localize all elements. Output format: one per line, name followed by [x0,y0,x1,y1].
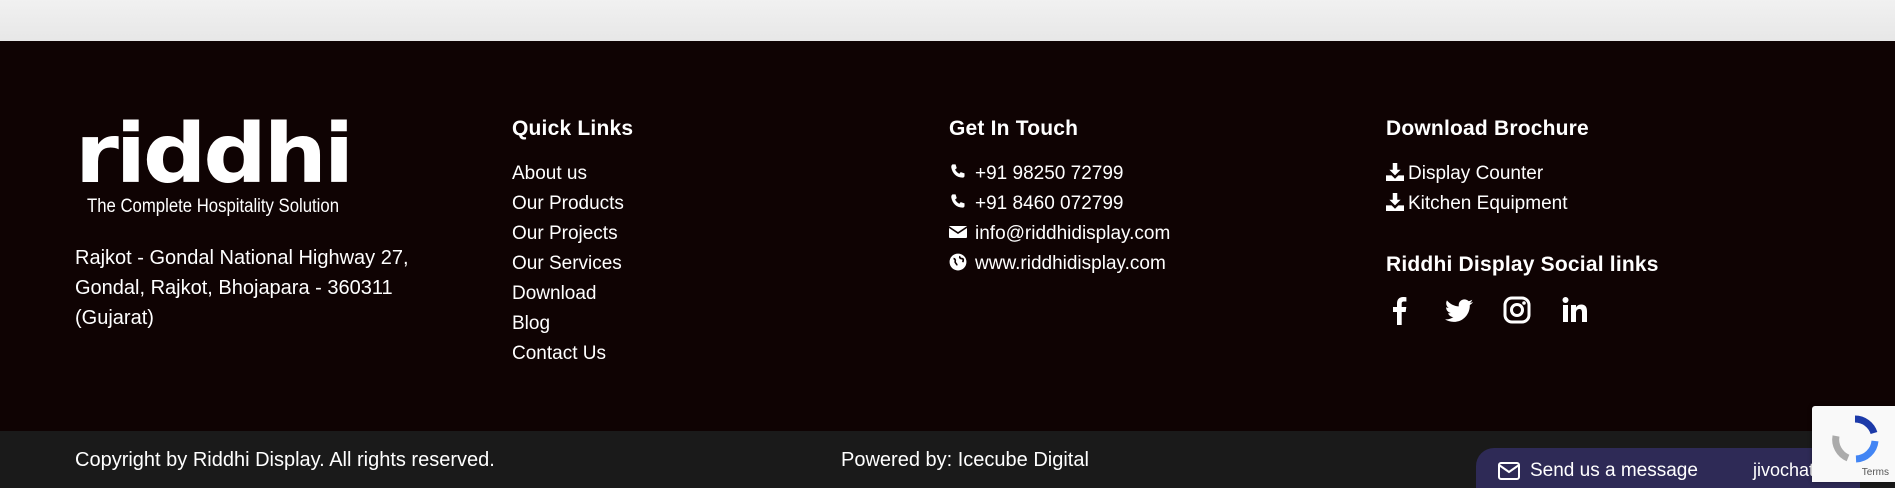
brochure-display-counter[interactable]: Display Counter [1386,159,1659,189]
facebook-icon[interactable] [1386,295,1416,325]
download-icon [1386,163,1404,181]
recaptcha-badge[interactable]: Terms [1812,406,1895,482]
brochure-display-counter-label: Display Counter [1408,163,1544,184]
get-in-touch-section: Get In Touch +91 98250 72799 +91 8460 07… [949,117,1170,279]
envelope-icon [949,226,967,238]
website-text: www.riddhidisplay.com [975,253,1166,274]
chat-widget-button[interactable]: Send us a message jivochat [1476,448,1860,488]
phone-1-text: +91 98250 72799 [975,163,1124,184]
link-our-projects[interactable]: Our Projects [512,219,633,249]
twitter-icon[interactable] [1444,295,1474,325]
logo-wordmark: riddhi [75,114,351,202]
get-in-touch-heading: Get In Touch [949,117,1079,140]
website-link[interactable]: www.riddhidisplay.com [949,249,1170,279]
quick-links-section: Quick Links About us Our Products Our Pr… [512,117,633,369]
brochure-kitchen-equipment-label: Kitchen Equipment [1408,193,1568,214]
powered-by-link[interactable]: Powered by: Icecube Digital [841,449,1089,472]
phone-2-text: +91 8460 072799 [975,193,1124,214]
recaptcha-terms-link[interactable]: Terms [1862,467,1889,478]
link-blog[interactable]: Blog [512,309,633,339]
envelope-icon [1498,462,1520,480]
logo-tagline: The Complete Hospitality Solution [87,196,339,217]
link-about-us[interactable]: About us [512,159,633,189]
link-download[interactable]: Download [512,279,633,309]
link-our-services[interactable]: Our Services [512,249,633,279]
chat-send-message-label: Send us a message [1530,460,1698,481]
globe-icon [949,253,967,271]
email-text: info@riddhidisplay.com [975,223,1171,244]
brochure-kitchen-equipment[interactable]: Kitchen Equipment [1386,189,1659,219]
download-brochure-heading: Download Brochure [1386,117,1589,140]
phone-icon [951,194,965,208]
linkedin-icon[interactable] [1560,295,1590,325]
social-links [1386,295,1659,325]
social-links-heading: Riddhi Display Social links [1386,253,1659,276]
email-link[interactable]: info@riddhidisplay.com [949,219,1170,249]
link-our-products[interactable]: Our Products [512,189,633,219]
phone-2-link[interactable]: +91 8460 072799 [949,189,1170,219]
phone-1-link[interactable]: +91 98250 72799 [949,159,1170,189]
instagram-icon[interactable] [1502,295,1532,325]
quick-links-heading: Quick Links [512,117,634,140]
page-content-top [0,0,1895,41]
recaptcha-icon [1832,415,1879,463]
chat-brand: jivochat [1753,460,1815,480]
company-address: Rajkot - Gondal National Highway 27, Gon… [75,247,409,329]
phone-icon [951,164,965,178]
download-brochure-section: Download Brochure Display Counter Kitche… [1386,117,1659,325]
download-icon [1386,193,1404,211]
riddhi-logo[interactable]: riddhi The Complete Hospitality Solution [75,114,355,220]
link-contact-us[interactable]: Contact Us [512,339,633,369]
copyright-text: Copyright by Riddhi Display. All rights … [75,449,495,471]
